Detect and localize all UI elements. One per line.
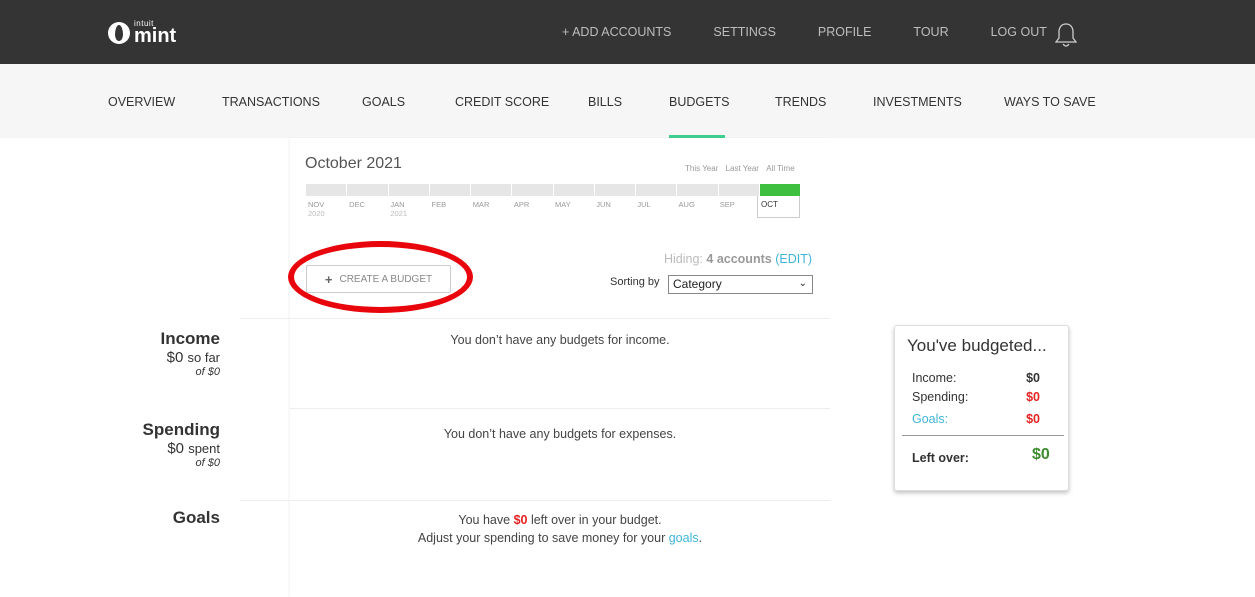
timeline-segment[interactable] [677, 184, 718, 196]
nav-trends[interactable]: TRENDS [775, 95, 826, 109]
sort-select-value: Category [673, 277, 722, 291]
timeline-segment[interactable] [718, 184, 759, 196]
goals-message: You have $0 left over in your budget. Ad… [417, 513, 703, 545]
goals-summary: Goals [20, 508, 220, 528]
timeline-month[interactable]: AUG [677, 200, 718, 218]
tour-link[interactable]: TOUR [913, 25, 948, 39]
summary-leftover-value: $0 [1032, 446, 1050, 463]
create-budget-button[interactable]: + CREATE A BUDGET [306, 265, 451, 293]
nav-credit-score[interactable]: CREDIT SCORE [455, 95, 549, 109]
spending-title: Spending [142, 420, 220, 439]
section-divider [240, 318, 830, 319]
timeline-month[interactable]: JUL [635, 200, 676, 218]
chevron-down-icon: ⌄ [798, 278, 807, 289]
goals-title: Goals [172, 508, 220, 527]
mint-logo[interactable]: intuit mint [108, 20, 176, 46]
timeline-month[interactable]: SEP [718, 200, 759, 218]
section-divider [240, 500, 830, 501]
range-this-year[interactable]: This Year [685, 164, 718, 173]
range-all-time[interactable]: All Time [766, 164, 794, 173]
summary-divider [902, 435, 1064, 436]
income-amount: $0 [166, 349, 184, 366]
hidden-accounts-count: 4 accounts [706, 252, 772, 266]
month-timeline [306, 184, 800, 196]
top-bar: intuit mint + ADD ACCOUNTS SETTINGS PROF… [0, 0, 1255, 64]
plus-icon: + [324, 271, 333, 287]
income-summary: Income $0 so far of $0 [20, 329, 220, 378]
summary-goals-link[interactable]: Goals: [912, 412, 948, 426]
period-title: October 2021 [305, 155, 402, 172]
main-nav: OVERVIEW TRANSACTIONS GOALS CREDIT SCORE… [0, 64, 1255, 138]
summary-spending-row: Spending: $0 [912, 390, 1040, 404]
timeline-segment[interactable] [512, 184, 553, 196]
timeline-segment[interactable] [594, 184, 635, 196]
spending-summary: Spending $0 spent of $0 [20, 420, 220, 469]
summary-spending-value: $0 [1026, 390, 1040, 404]
nav-goals[interactable]: GOALS [362, 95, 405, 109]
sorting-label: Sorting by [610, 276, 660, 288]
timeline-segment[interactable] [636, 184, 677, 196]
current-month-label: OCT [761, 200, 778, 209]
timeline-month[interactable]: MAY [553, 200, 594, 218]
hiding-accounts: Hiding: 4 accounts (EDIT) [663, 252, 812, 266]
spending-amount: $0 [167, 440, 185, 457]
timeline-month[interactable]: NOV 2020 [306, 200, 347, 218]
timeline-month[interactable]: JUN [594, 200, 635, 218]
timeline-month[interactable]: MAR [471, 200, 512, 218]
top-links: + ADD ACCOUNTS SETTINGS PROFILE TOUR LOG… [562, 0, 1047, 64]
leftover-amount: $0 [513, 513, 528, 527]
timeline-segment[interactable] [553, 184, 594, 196]
section-divider [290, 408, 830, 409]
timeline-labels: NOV 2020 DEC JAN 2021 FEB MAR APR MAY JUN … [306, 200, 800, 218]
sort-select[interactable]: Category ⌄ [668, 275, 813, 294]
range-last-year[interactable]: Last Year [726, 164, 759, 173]
income-message: You don’t have any budgets for income. [450, 333, 670, 347]
timeline-month[interactable]: FEB [430, 200, 471, 218]
timeline-segment[interactable] [388, 184, 429, 196]
bell-icon[interactable] [1055, 22, 1077, 48]
timeline-month[interactable]: JAN 2021 [388, 200, 429, 218]
income-of: of $0 [195, 366, 220, 378]
nav-bills[interactable]: BILLS [588, 95, 622, 109]
nav-investments[interactable]: INVESTMENTS [873, 95, 962, 109]
timeline-segment[interactable] [306, 184, 347, 196]
summary-goals-row: Goals: $0 [912, 412, 1040, 426]
summary-goals-value: $0 [1026, 412, 1040, 426]
logout-link[interactable]: LOG OUT [991, 25, 1047, 39]
nav-ways-to-save[interactable]: WAYS TO SAVE [1004, 95, 1096, 109]
timeline-current-month[interactable]: OCT [757, 196, 800, 218]
timeline-segment-current[interactable] [759, 184, 800, 196]
summary-title: You've budgeted... [907, 336, 1047, 355]
settings-link[interactable]: SETTINGS [713, 25, 776, 39]
spending-message: You don’t have any budgets for expenses. [443, 427, 677, 441]
budget-summary-card: You've budgeted... Income: $0 Spending: … [894, 325, 1069, 491]
spending-of: of $0 [195, 457, 220, 469]
timeline-segment[interactable] [347, 184, 388, 196]
summary-income-row: Income: $0 [912, 371, 1040, 385]
nav-transactions[interactable]: TRANSACTIONS [222, 95, 320, 109]
mint-leaf-icon [108, 22, 130, 44]
profile-link[interactable]: PROFILE [818, 25, 872, 39]
timeline-segment[interactable] [429, 184, 470, 196]
summary-leftover-label: Left over: [912, 451, 969, 465]
edit-hidden-link[interactable]: (EDIT) [775, 252, 812, 266]
nav-budgets[interactable]: BUDGETS [669, 95, 729, 109]
timeline-month[interactable]: APR [512, 200, 553, 218]
timeline-segment[interactable] [471, 184, 512, 196]
income-title: Income [160, 329, 220, 348]
nav-overview[interactable]: OVERVIEW [108, 95, 175, 109]
create-budget-label: CREATE A BUDGET [339, 273, 433, 285]
range-links: This Year Last Year All Time [680, 164, 795, 173]
goals-link[interactable]: goals [669, 531, 699, 545]
timeline-month[interactable]: DEC [347, 200, 388, 218]
logo-mint-text: mint [134, 25, 177, 47]
summary-income-value: $0 [1026, 371, 1040, 385]
add-accounts-link[interactable]: + ADD ACCOUNTS [562, 25, 671, 39]
